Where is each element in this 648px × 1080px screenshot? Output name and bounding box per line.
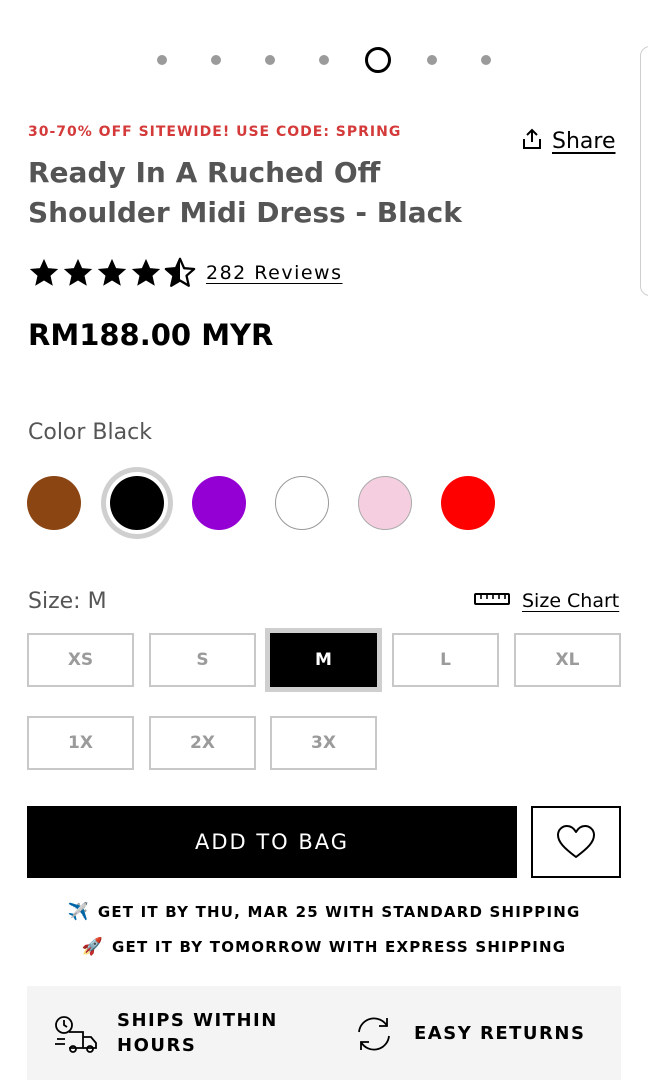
size-option-2x[interactable]: 2X <box>149 716 256 770</box>
swatch-white[interactable] <box>275 476 329 530</box>
swatch-brown[interactable] <box>27 476 81 530</box>
star-rating[interactable] <box>27 256 197 290</box>
product-title: Ready In A Ruched Off Shoulder Midi Dres… <box>28 156 462 229</box>
carousel-dot[interactable] <box>319 55 329 65</box>
ships-within-line2: HOURS <box>117 1035 197 1056</box>
ships-within-hours-text: SHIPS WITHIN HOURS <box>117 1008 278 1058</box>
share-icon <box>520 127 544 156</box>
swatch-purple[interactable] <box>192 476 246 530</box>
share-button[interactable]: Share <box>520 126 616 156</box>
carousel-dot[interactable] <box>427 55 437 65</box>
wishlist-button[interactable] <box>531 806 621 878</box>
carousel-pagination <box>0 44 648 76</box>
express-shipping-info: 🚀 GET IT BY TOMORROW WITH EXPRESS SHIPPI… <box>0 937 648 957</box>
color-label: Color Black <box>28 420 152 445</box>
carousel-dot[interactable] <box>265 55 275 65</box>
carousel-dot[interactable] <box>157 55 167 65</box>
heart-icon <box>557 825 595 858</box>
swatch-red[interactable] <box>441 476 495 530</box>
ruler-icon <box>474 591 510 612</box>
size-option-l[interactable]: L <box>392 633 499 687</box>
carousel-dot[interactable] <box>211 55 221 65</box>
size-option-s[interactable]: S <box>149 633 256 687</box>
size-option-3x[interactable]: 3X <box>270 716 377 770</box>
size-chart-label: Size Chart <box>522 590 620 612</box>
star-full-icon <box>131 258 161 286</box>
size-label: Size: M <box>28 589 107 614</box>
carousel-dot[interactable] <box>481 55 491 65</box>
size-option-1x[interactable]: 1X <box>27 716 134 770</box>
carousel-dot-active[interactable] <box>365 47 391 73</box>
airplane-icon: ✈️ <box>67 902 90 922</box>
delivery-truck-icon <box>53 1014 99 1061</box>
swatch-pink[interactable] <box>358 476 412 530</box>
size-chart-link[interactable]: Size Chart <box>474 590 619 612</box>
product-price: RM188.00 MYR <box>28 318 274 352</box>
share-label: Share <box>552 128 616 154</box>
star-full-icon <box>97 258 127 286</box>
reviews-link[interactable]: 282 Reviews <box>206 262 343 284</box>
size-option-xl[interactable]: XL <box>514 633 621 687</box>
standard-shipping-info: ✈️ GET IT BY THU, MAR 25 WITH STANDARD S… <box>0 902 648 922</box>
size-option-xs[interactable]: XS <box>27 633 134 687</box>
promo-banner[interactable]: 30-70% OFF SITEWIDE! USE CODE: SPRING <box>28 124 401 140</box>
star-full-icon <box>63 258 93 286</box>
returns-cycle-icon <box>351 1014 397 1059</box>
easy-returns-text: EASY RETURNS <box>414 1023 586 1044</box>
star-full-icon <box>29 258 59 286</box>
size-option-m[interactable]: M <box>270 633 377 687</box>
swatch-black[interactable] <box>110 476 164 530</box>
express-shipping-text: GET IT BY TOMORROW WITH EXPRESS SHIPPING <box>112 938 567 956</box>
side-drawer-tab[interactable] <box>640 46 648 296</box>
add-to-bag-button[interactable]: ADD TO BAG <box>27 806 517 878</box>
standard-shipping-text: GET IT BY THU, MAR 25 WITH STANDARD SHIP… <box>97 903 581 921</box>
perks-bar: SHIPS WITHIN HOURS EASY RETURNS <box>27 986 621 1080</box>
rocket-icon: 🚀 <box>81 937 105 957</box>
ships-within-line1: SHIPS WITHIN <box>117 1010 278 1031</box>
star-half-icon <box>164 257 196 287</box>
